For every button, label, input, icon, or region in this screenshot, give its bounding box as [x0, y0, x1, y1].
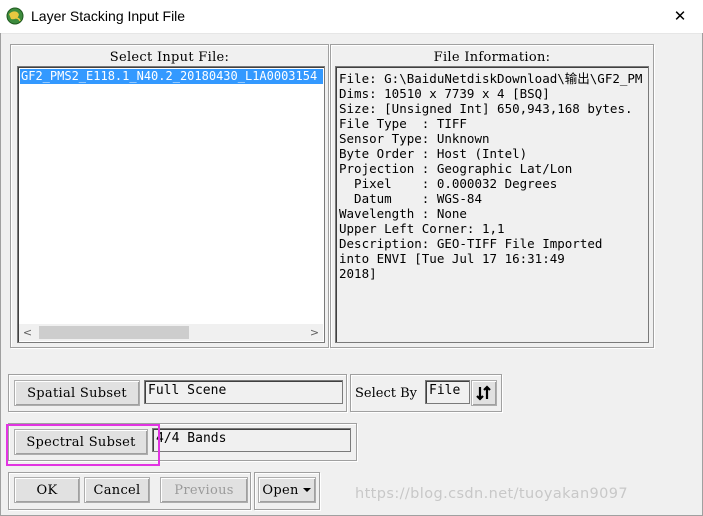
- sort-button[interactable]: [471, 380, 497, 406]
- spectral-subset-field: 4/4 Bands: [152, 428, 351, 452]
- highlight-box: [6, 424, 160, 466]
- select-by-field[interactable]: File: [425, 380, 470, 404]
- scroll-right-icon[interactable]: >: [306, 324, 323, 341]
- info-line: Upper Left Corner: 1,1: [339, 221, 505, 236]
- info-line: 2018]: [339, 266, 377, 281]
- info-line: Dims: 10510 x 7739 x 4 [BSQ]: [339, 86, 550, 101]
- close-icon: ✕: [673, 7, 687, 25]
- envi-globe-icon: [6, 7, 24, 25]
- info-line: into ENVI [Tue Jul 17 16:31:49: [339, 251, 565, 266]
- info-line: File: G:\BaiduNetdiskDownload\输出\GF2_PM: [339, 71, 643, 86]
- info-line: Datum : WGS-84: [339, 191, 482, 206]
- file-info-text: File: G:\BaiduNetdiskDownload\输出\GF2_PM …: [335, 66, 649, 343]
- info-line: Description: GEO-TIFF File Imported: [339, 236, 603, 251]
- info-line: Size: [Unsigned Int] 650,943,168 bytes.: [339, 101, 633, 116]
- info-line: Byte Order : Host (Intel): [339, 146, 528, 161]
- ok-button[interactable]: OK: [14, 477, 80, 503]
- info-line: Sensor Type: Unknown: [339, 131, 490, 146]
- horizontal-scrollbar[interactable]: < >: [19, 324, 323, 341]
- scroll-thumb[interactable]: [39, 326, 189, 339]
- info-panel-title: File Information:: [433, 50, 551, 65]
- title-bar: Layer Stacking Input File ✕: [0, 0, 703, 34]
- dropdown-arrow-icon: [302, 488, 311, 492]
- info-line: Wavelength : None: [339, 206, 467, 221]
- scroll-left-icon[interactable]: <: [19, 324, 36, 341]
- list-item[interactable]: GF2_PMS2_E118.1_N40.2_20180430_L1A000315…: [20, 69, 323, 84]
- input-panel-title: Select Input File:: [109, 50, 230, 65]
- window-title: Layer Stacking Input File: [31, 8, 186, 24]
- open-button[interactable]: Open: [258, 477, 316, 503]
- sort-arrows-icon: [476, 385, 491, 401]
- input-file-list[interactable]: GF2_PMS2_E118.1_N40.2_20180430_L1A000315…: [17, 66, 325, 343]
- info-line: Projection : Geographic Lat/Lon: [339, 161, 573, 176]
- watermark: https://blog.csdn.net/tuoyakan9097: [355, 486, 629, 502]
- spatial-subset-field: Full Scene: [144, 380, 343, 404]
- cancel-button[interactable]: Cancel: [84, 477, 150, 503]
- spatial-subset-button[interactable]: Spatial Subset: [14, 380, 140, 406]
- info-line: Pixel : 0.000032 Degrees: [339, 176, 558, 191]
- select-by-label: Select By: [355, 386, 417, 401]
- close-button[interactable]: ✕: [657, 0, 703, 32]
- previous-button[interactable]: Previous: [160, 477, 248, 503]
- info-line: File Type : TIFF: [339, 116, 467, 131]
- open-label: Open: [262, 482, 299, 498]
